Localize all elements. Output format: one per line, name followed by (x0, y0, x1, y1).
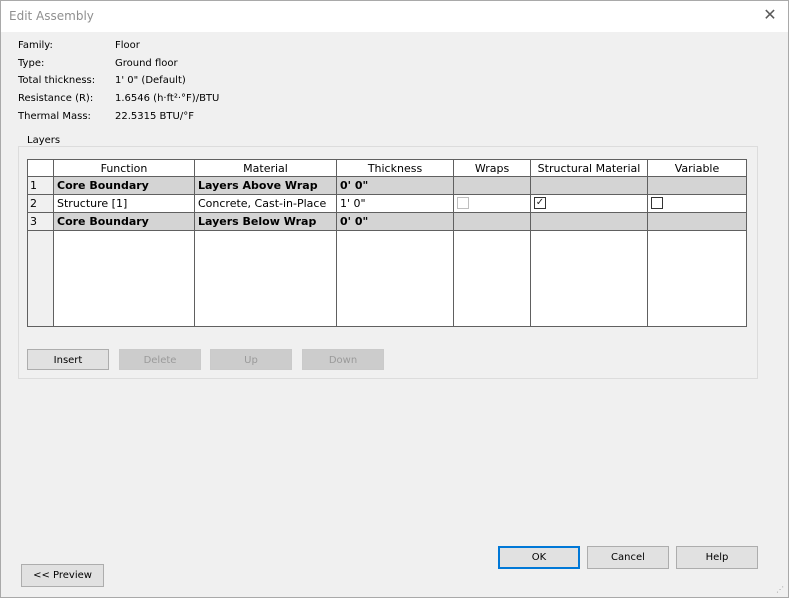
structural-material-checkbox[interactable]: ✓ (534, 197, 546, 209)
title-bar: Edit Assembly ✕ (1, 1, 788, 32)
row-number-header (27, 159, 54, 177)
type-value: Ground floor (115, 58, 178, 69)
layers-group-title: Layers (25, 135, 63, 146)
wraps-cell (453, 176, 531, 195)
material-cell[interactable]: Layers Above Wrap (194, 176, 337, 195)
column-header-function[interactable]: Function (53, 159, 195, 177)
variable-cell (647, 194, 747, 213)
preview-button[interactable]: << Preview (21, 564, 104, 587)
wraps-cell (453, 212, 531, 231)
row-number[interactable]: 3 (27, 212, 54, 231)
help-button[interactable]: Help (676, 546, 758, 569)
function-cell[interactable]: Core Boundary (53, 212, 195, 231)
column-header-variable[interactable]: Variable (647, 159, 747, 177)
function-cell[interactable]: Structure [1] (53, 194, 195, 213)
resistance-label: Resistance (R): (18, 93, 94, 104)
column-header-structural-material[interactable]: Structural Material (530, 159, 648, 177)
thickness-cell[interactable]: 0' 0" (336, 176, 454, 195)
wraps-checkbox[interactable] (457, 197, 469, 209)
ok-button[interactable]: OK (498, 546, 580, 569)
window-title: Edit Assembly (9, 9, 94, 23)
row-number[interactable]: 2 (27, 194, 54, 213)
column-header-material[interactable]: Material (194, 159, 337, 177)
down-button[interactable]: Down (302, 349, 384, 370)
structural-material-cell: ✓ (530, 194, 648, 213)
layers-table: Function Material Thickness Wraps Struct… (27, 159, 747, 327)
variable-checkbox[interactable] (651, 197, 663, 209)
resistance-value: 1.6546 (h·ft²·°F)/BTU (115, 93, 220, 104)
column-header-thickness[interactable]: Thickness (336, 159, 454, 177)
structural-material-cell (530, 176, 648, 195)
table-row[interactable]: 1 Core Boundary Layers Above Wrap 0' 0" (27, 176, 747, 195)
material-cell[interactable]: Concrete, Cast-in-Place (194, 194, 337, 213)
table-row[interactable]: 3 Core Boundary Layers Below Wrap 0' 0" (27, 212, 747, 231)
thermal-mass-value: 22.5315 BTU/°F (115, 111, 194, 122)
variable-cell (647, 176, 747, 195)
thickness-cell[interactable]: 1' 0" (336, 194, 454, 213)
up-button[interactable]: Up (210, 349, 292, 370)
material-cell[interactable]: Layers Below Wrap (194, 212, 337, 231)
structural-material-cell (530, 212, 648, 231)
wraps-cell (453, 194, 531, 213)
family-value: Floor (115, 40, 140, 51)
delete-button[interactable]: Delete (119, 349, 201, 370)
total-thickness-value: 1' 0" (Default) (115, 75, 186, 86)
table-header-row: Function Material Thickness Wraps Struct… (27, 159, 747, 177)
thickness-cell[interactable]: 0' 0" (336, 212, 454, 231)
table-row[interactable]: 2 Structure [1] Concrete, Cast-in-Place … (27, 194, 747, 213)
variable-cell (647, 212, 747, 231)
empty-table-area (27, 230, 747, 327)
close-icon[interactable]: ✕ (762, 7, 778, 23)
edit-assembly-dialog: Edit Assembly ✕ Family: Floor Type: Grou… (0, 0, 789, 598)
family-label: Family: (18, 40, 53, 51)
resize-grip-icon[interactable]: ⋰ (776, 585, 786, 595)
type-label: Type: (18, 58, 45, 69)
cancel-button[interactable]: Cancel (587, 546, 669, 569)
insert-button[interactable]: Insert (27, 349, 109, 370)
row-number[interactable]: 1 (27, 176, 54, 195)
function-cell[interactable]: Core Boundary (53, 176, 195, 195)
thermal-mass-label: Thermal Mass: (18, 111, 91, 122)
total-thickness-label: Total thickness: (18, 75, 96, 86)
column-header-wraps[interactable]: Wraps (453, 159, 531, 177)
